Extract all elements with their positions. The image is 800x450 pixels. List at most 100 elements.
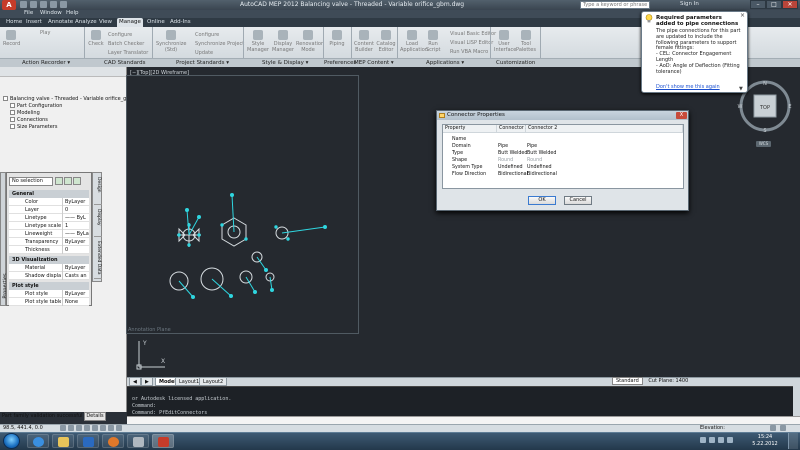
ok-button[interactable]: OK [528, 196, 556, 205]
grid-icon[interactable] [68, 425, 74, 431]
style-manager-button[interactable]: Style Manager [247, 30, 269, 53]
compass-west[interactable]: W [738, 104, 743, 110]
vlisp-editor-button[interactable]: Visual LISP Editor [450, 40, 493, 46]
property-row[interactable]: Color ByLayer [9, 198, 89, 206]
property-row[interactable]: Material ByLayer [9, 264, 89, 272]
dynamic-input-icon[interactable] [108, 425, 114, 431]
selection-dropdown[interactable]: No selection [9, 177, 53, 186]
tab-design[interactable]: Design [94, 175, 102, 205]
grid-cell-property[interactable]: Flow Direction [452, 172, 486, 177]
column-header-connector-1[interactable]: Connector 1 [497, 125, 528, 133]
user-interface-button[interactable]: User Interface [494, 30, 516, 53]
undo-icon[interactable] [50, 1, 57, 8]
grid-cell-connector-2[interactable]: Butt Welded [527, 151, 556, 156]
notification-collapse-icon[interactable]: ▼ [739, 86, 743, 92]
nav-first-icon[interactable]: ◀ [129, 378, 141, 386]
configure-standards-button[interactable]: Configure [108, 32, 132, 38]
run-vba-macro-button[interactable]: Run VBA Macro [450, 49, 488, 55]
panel-mep-content[interactable]: MEP Content ▾ [354, 60, 394, 66]
configure-project-button[interactable]: Configure [195, 32, 219, 38]
taskbar-clock[interactable]: 15:24 5.22.2012 [748, 434, 782, 447]
tree-item-modeling[interactable]: Modeling [10, 110, 40, 116]
close-window-button[interactable]: ✕ [782, 0, 798, 9]
sign-in-link[interactable]: Sign In [680, 1, 699, 7]
cursor-coordinates[interactable]: 98.5, 441.4, 0.0 [3, 425, 43, 431]
details-button[interactable]: Details [84, 412, 106, 421]
synchronize-std-button[interactable]: Synchronize (Std) [156, 30, 186, 53]
tab-view[interactable]: View [97, 18, 114, 27]
otrack-icon[interactable] [100, 425, 106, 431]
property-row[interactable]: Plot style ByLayer [9, 290, 89, 298]
tree-root[interactable]: Balancing valve - Threaded - Variable or… [3, 96, 134, 102]
polar-icon[interactable] [84, 425, 90, 431]
record-button[interactable]: Record [3, 30, 20, 47]
taskbar-explorer[interactable] [52, 434, 74, 448]
grid-cell-connector-1[interactable]: Pipe [498, 144, 508, 149]
start-button[interactable] [3, 433, 20, 449]
panel-cad-standards[interactable]: CAD Standards [104, 60, 145, 66]
new-icon[interactable] [20, 1, 27, 8]
grid-cell-connector-2[interactable]: Undefined [527, 165, 552, 170]
taskbar-firefox[interactable] [102, 434, 124, 448]
application-menu-button[interactable]: A [2, 0, 16, 10]
tab-display[interactable]: Display [94, 207, 102, 237]
nav-next-icon[interactable]: ▶ [141, 378, 153, 386]
tree-item-size-parameters[interactable]: Size Parameters [10, 124, 57, 130]
grid-cell-property[interactable]: Shape [452, 158, 467, 163]
tab-home[interactable]: Home [4, 18, 24, 27]
toggle-pickadd-icon[interactable] [55, 177, 63, 185]
network-icon[interactable] [700, 437, 706, 443]
batch-checker-button[interactable]: Batch Checker [108, 41, 144, 47]
grid-cell-property[interactable]: Domain [452, 144, 471, 149]
taskbar-media[interactable] [77, 434, 99, 448]
run-script-button[interactable]: Run Script [426, 30, 441, 53]
taskbar-autocad[interactable] [152, 434, 174, 448]
minimize-button[interactable]: – [750, 0, 766, 9]
compass-east[interactable]: E [788, 104, 791, 110]
tab-layout2[interactable]: Layout2 [199, 378, 228, 386]
grid-cell-property[interactable]: Name [452, 137, 466, 142]
dialog-close-button[interactable]: X [676, 112, 687, 119]
show-desktop-button[interactable] [788, 433, 798, 449]
open-icon[interactable] [30, 1, 37, 8]
piping-button[interactable]: Piping [328, 30, 346, 47]
compass-south[interactable]: S [763, 128, 766, 134]
tree-item-part-configuration[interactable]: Part Configuration [10, 103, 62, 109]
panel-preferences[interactable]: Preferences [324, 60, 356, 66]
taskbar-ie[interactable] [27, 434, 49, 448]
search-input[interactable]: Type a keyword or phrase [580, 1, 650, 9]
tab-analyze[interactable]: Analyze [73, 18, 99, 27]
command-input[interactable] [127, 416, 800, 424]
load-application-button[interactable]: Load Application [400, 30, 428, 53]
redo-icon[interactable] [60, 1, 67, 8]
display-config-dropdown[interactable]: Standard [612, 377, 643, 385]
grid-cell-connector-1[interactable]: Bidirectional [498, 172, 528, 177]
play-button[interactable]: Play [40, 30, 50, 36]
tab-annotate[interactable]: Annotate [46, 18, 75, 27]
tree-item-connections[interactable]: Connections [10, 117, 48, 123]
property-row[interactable]: Plot style table None [9, 298, 89, 306]
wcs-dropdown[interactable]: WCS [756, 141, 771, 147]
flag-icon[interactable] [718, 437, 724, 443]
property-row[interactable]: Linetype —— ByL [9, 214, 89, 222]
synchronize-project-button[interactable]: Synchronize Project [195, 41, 244, 47]
workspace-icon[interactable] [770, 425, 776, 431]
quick-select-icon[interactable] [73, 177, 81, 185]
section-plot-style[interactable]: Plot style [9, 282, 89, 290]
tab-insert[interactable]: Insert [24, 18, 44, 27]
panel-style-display[interactable]: Style & Display ▾ [262, 60, 308, 66]
property-row[interactable]: Layer 0 [9, 206, 89, 214]
property-row[interactable]: Lineweight —— ByLa [9, 230, 89, 238]
tab-add-ins[interactable]: Add-Ins [168, 18, 193, 27]
grid-cell-connector-1[interactable]: Round [498, 158, 513, 163]
menu-help[interactable]: Help [66, 10, 79, 16]
cut-plane-value[interactable]: 1400 [676, 378, 689, 384]
section-3d-visualization[interactable]: 3D Visualization [9, 256, 89, 264]
grid-cell-connector-2[interactable]: Pipe [527, 144, 537, 149]
display-manager-button[interactable]: Display Manager [272, 30, 294, 53]
grid-cell-connector-1[interactable]: Undefined [498, 165, 523, 170]
power-icon[interactable] [727, 437, 733, 443]
snap-icon[interactable] [60, 425, 66, 431]
property-row[interactable]: Transparency ByLayer [9, 238, 89, 246]
catalog-editor-button[interactable]: Catalog Editor [376, 30, 396, 53]
